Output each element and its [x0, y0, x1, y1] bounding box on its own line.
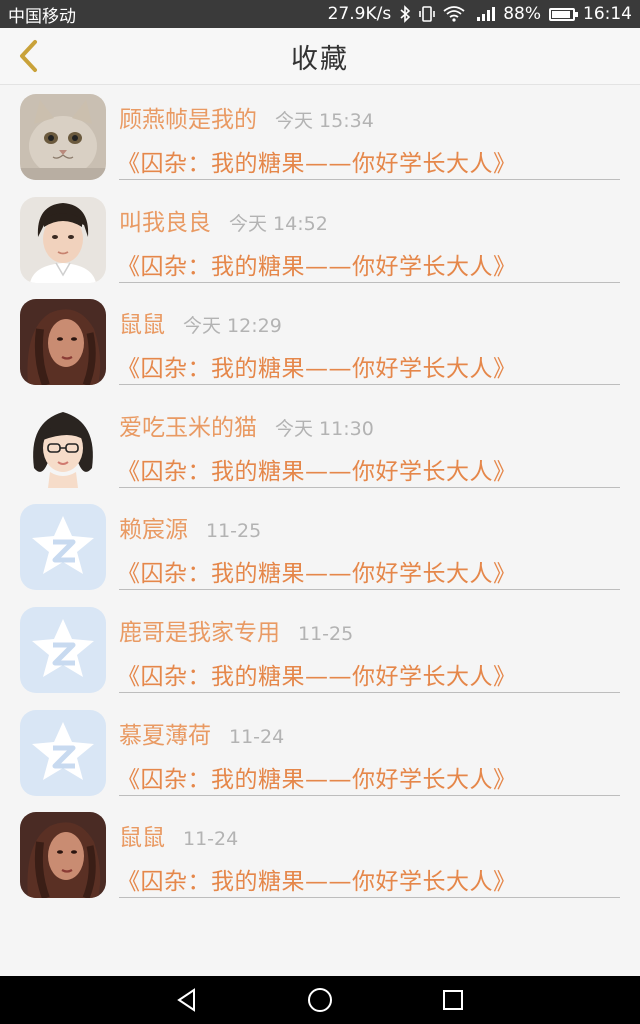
- divider: [119, 589, 620, 591]
- user-name[interactable]: 叫我良良: [119, 210, 211, 236]
- divider: [119, 691, 620, 693]
- book-title[interactable]: 《囚杂：我的糖果——你好学长大人》: [117, 657, 517, 691]
- list-item[interactable]: 鹿哥是我家专用 11-25 《囚杂：我的糖果——你好学长大人》: [0, 599, 640, 702]
- book-title[interactable]: 《囚杂：我的糖果——你好学长大人》: [117, 760, 517, 794]
- book-title[interactable]: 《囚杂：我的糖果——你好学长大人》: [117, 452, 517, 486]
- cat-avatar[interactable]: [20, 94, 106, 180]
- battery-fill: [552, 10, 570, 18]
- woman-avatar[interactable]: [20, 299, 106, 386]
- book-title[interactable]: 《囚杂：我的糖果——你好学长大人》: [117, 349, 517, 383]
- nav-home-button[interactable]: [300, 980, 340, 1020]
- timestamp: 今天 15:34: [275, 110, 374, 132]
- woman-avatar[interactable]: [20, 812, 106, 899]
- user-name[interactable]: 鼠鼠: [119, 312, 165, 338]
- divider: [119, 486, 620, 488]
- user-name[interactable]: 鹿哥是我家专用: [119, 620, 280, 646]
- divider: [119, 384, 620, 386]
- user-name-row: 叫我良良 今天 14:52: [119, 203, 328, 237]
- user-name[interactable]: 爱吃玉米的猫: [119, 415, 257, 441]
- triangle-back-icon: [176, 988, 195, 1012]
- book-title[interactable]: 《囚杂：我的糖果——你好学长大人》: [117, 247, 517, 281]
- list-item[interactable]: 叫我良良 今天 14:52 《囚杂：我的糖果——你好学长大人》: [0, 189, 640, 292]
- header: 收藏: [0, 28, 640, 85]
- qq-default-avatar[interactable]: [20, 709, 106, 796]
- user-name-row: 鼠鼠 今天 12:29: [119, 305, 282, 339]
- signal-4g-icon: [473, 6, 496, 22]
- user-name-row: 顾燕帧是我的 今天 15:34: [119, 100, 374, 134]
- favorites-list: 顾燕帧是我的 今天 15:34 《囚杂：我的糖果——你好学长大人》 叫我良良 今天 …: [0, 86, 640, 907]
- divider: [119, 794, 620, 796]
- user-name[interactable]: 顾燕帧是我的: [119, 107, 257, 133]
- chevron-left-icon: [20, 40, 37, 72]
- nav-back-button[interactable]: [167, 980, 207, 1020]
- list-item[interactable]: 赖宸源 11-25 《囚杂：我的糖果——你好学长大人》: [0, 496, 640, 599]
- timestamp: 今天 12:29: [183, 315, 282, 338]
- back-button[interactable]: [10, 36, 46, 76]
- battery-icon: [549, 7, 578, 21]
- user-name-row: 鼠鼠 11-24: [119, 818, 238, 852]
- user-name-row: 鹿哥是我家专用 11-25: [119, 613, 353, 647]
- network-speed: 27.9K/s: [327, 4, 392, 24]
- timestamp: 今天 14:52: [229, 212, 328, 235]
- man-avatar[interactable]: [20, 196, 106, 283]
- list-item[interactable]: 爱吃玉米的猫 今天 11:30 《囚杂：我的糖果——你好学长大人》: [0, 394, 640, 497]
- qq-default-avatar[interactable]: [20, 606, 106, 693]
- square-recents-icon: [443, 990, 464, 1010]
- divider: [119, 179, 620, 180]
- book-title[interactable]: 《囚杂：我的糖果——你好学长大人》: [117, 862, 517, 896]
- cartoon-girl-avatar[interactable]: [20, 401, 106, 488]
- wifi-icon: [443, 6, 465, 22]
- list-item[interactable]: 顾燕帧是我的 今天 15:34 《囚杂：我的糖果——你好学长大人》: [0, 86, 640, 189]
- timestamp: 11-24: [229, 725, 285, 748]
- timestamp: 11-24: [183, 828, 239, 851]
- vibrate-icon: [419, 5, 436, 23]
- bluetooth-icon: [399, 5, 411, 23]
- carrier-label: 中国移动: [8, 6, 76, 27]
- qq-default-avatar[interactable]: [20, 504, 106, 591]
- user-name-row: 慕夏薄荷 11-24: [119, 716, 284, 750]
- nav-recents-button[interactable]: [433, 980, 473, 1020]
- system-nav-bar: [0, 976, 640, 1024]
- status-bar: 中国移动 27.9K/s 88% 16:14: [0, 0, 640, 28]
- user-name-row: 赖宸源 11-25: [119, 510, 261, 544]
- list-item[interactable]: 慕夏薄荷 11-24 《囚杂：我的糖果——你好学长大人》: [0, 702, 640, 805]
- user-name[interactable]: 赖宸源: [119, 517, 188, 543]
- battery-percent: 88%: [503, 4, 541, 24]
- book-title[interactable]: 《囚杂：我的糖果——你好学长大人》: [117, 554, 517, 588]
- clock: 16:14: [583, 4, 632, 24]
- timestamp: 11-25: [298, 622, 354, 645]
- timestamp: 今天 11:30: [275, 417, 374, 440]
- timestamp: 11-25: [206, 520, 262, 543]
- page-title: 收藏: [291, 43, 349, 75]
- list-item[interactable]: 鼠鼠 今天 12:29 《囚杂：我的糖果——你好学长大人》: [0, 291, 640, 394]
- book-title[interactable]: 《囚杂：我的糖果——你好学长大人》: [117, 144, 517, 178]
- user-name[interactable]: 鼠鼠: [119, 825, 165, 851]
- user-name-row: 爱吃玉米的猫 今天 11:30: [119, 408, 374, 442]
- divider: [119, 281, 620, 283]
- circle-home-icon: [307, 988, 332, 1012]
- user-name[interactable]: 慕夏薄荷: [119, 723, 211, 749]
- divider: [119, 897, 620, 899]
- list-item[interactable]: 鼠鼠 11-24 《囚杂：我的糖果——你好学长大人》: [0, 804, 640, 907]
